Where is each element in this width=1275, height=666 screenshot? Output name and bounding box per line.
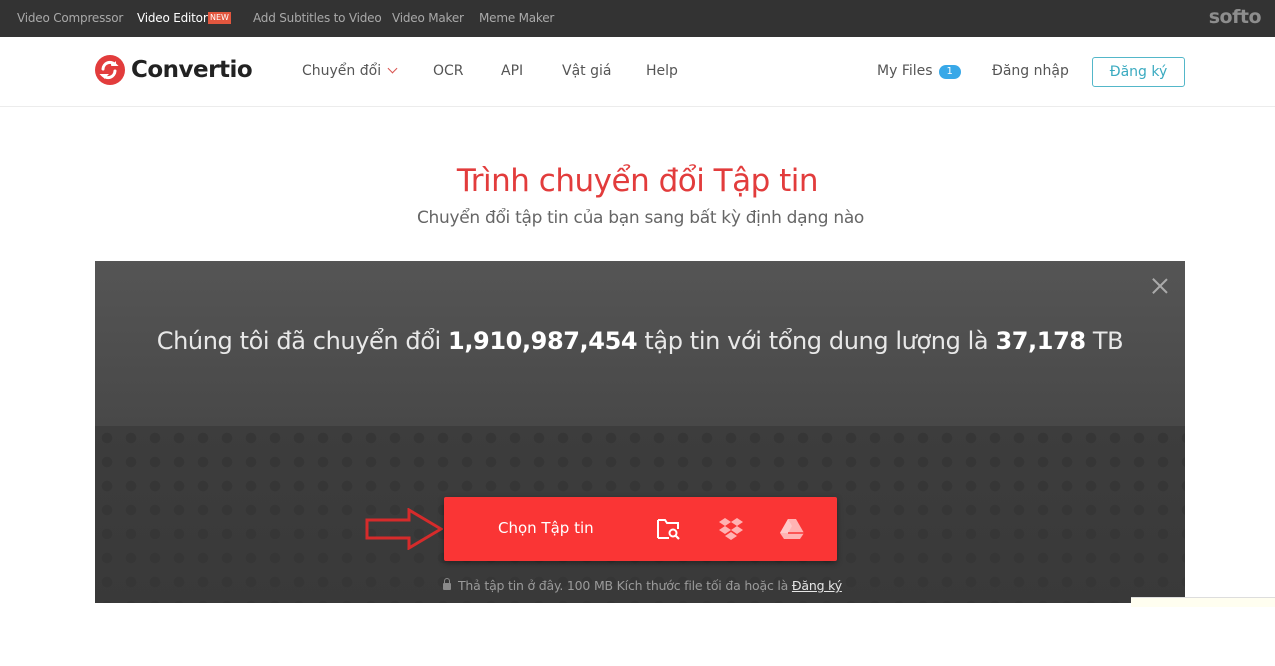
stats-middle: tập tin với tổng dung lượng là bbox=[644, 327, 989, 355]
top-bar: Video Compressor Video Editor NEW Add Su… bbox=[0, 0, 1275, 37]
signup-button[interactable]: Đăng ký bbox=[1092, 57, 1185, 87]
stats-total-size: 37,178 bbox=[995, 327, 1086, 355]
conversion-stats: Chúng tôi đã chuyển đổi 1,910,987,454 tậ… bbox=[95, 327, 1185, 355]
stats-prefix: Chúng tôi đã chuyển đổi bbox=[156, 327, 441, 355]
folder-search-icon[interactable] bbox=[655, 515, 683, 543]
topbar-link-video-compressor[interactable]: Video Compressor bbox=[17, 11, 123, 25]
main-header: Convertio Chuyển đổi OCR API Vật giá Hel… bbox=[0, 37, 1275, 107]
topbar-link-video-editor[interactable]: Video Editor bbox=[137, 11, 208, 25]
dropbox-icon[interactable] bbox=[717, 515, 745, 543]
nav-api[interactable]: API bbox=[501, 63, 523, 79]
notification-strip bbox=[1131, 597, 1275, 607]
topbar-link-video-maker[interactable]: Video Maker bbox=[392, 11, 464, 25]
convertio-logo[interactable]: Convertio bbox=[95, 55, 253, 85]
nav-ocr[interactable]: OCR bbox=[433, 63, 464, 79]
stats-unit: TB bbox=[1092, 327, 1124, 355]
red-arrow-annotation bbox=[365, 508, 443, 550]
close-icon[interactable] bbox=[1152, 278, 1168, 294]
my-files-label: My Files bbox=[877, 63, 933, 79]
drop-hint-text: Thả tập tin ở đây. 100 MB Kích thước fil… bbox=[458, 578, 789, 593]
logo-text: Convertio bbox=[131, 57, 253, 83]
drop-hint: Thả tập tin ở đây. 100 MB Kích thước fil… bbox=[443, 578, 842, 593]
google-drive-icon[interactable] bbox=[778, 515, 806, 543]
my-files-link[interactable]: My Files 1 bbox=[877, 63, 961, 79]
nav-convert-label: Chuyển đổi bbox=[302, 63, 382, 79]
chevron-down-icon bbox=[387, 63, 398, 74]
new-badge: NEW bbox=[208, 12, 231, 24]
topbar-link-meme-maker[interactable]: Meme Maker bbox=[479, 11, 554, 25]
my-files-count-badge: 1 bbox=[938, 65, 961, 79]
stats-files-count: 1,910,987,454 bbox=[448, 327, 638, 355]
nav-convert-dropdown[interactable]: Chuyển đổi bbox=[302, 63, 398, 79]
page-title: Trình chuyển đổi Tập tin bbox=[456, 163, 819, 199]
nav-help[interactable]: Help bbox=[646, 63, 678, 79]
softo-logo[interactable]: softo bbox=[1209, 6, 1262, 28]
topbar-link-add-subtitles[interactable]: Add Subtitles to Video bbox=[253, 11, 382, 25]
choose-files-bar: Chọn Tập tin bbox=[444, 497, 837, 561]
hint-signup-link[interactable]: Đăng ký bbox=[792, 578, 842, 593]
lock-icon bbox=[443, 578, 451, 590]
nav-pricing[interactable]: Vật giá bbox=[562, 63, 611, 79]
page-subtitle: Chuyển đổi tập tin của bạn sang bất kỳ đ… bbox=[416, 208, 865, 228]
convertio-logo-icon bbox=[95, 55, 125, 85]
stats-banner: Chúng tôi đã chuyển đổi 1,910,987,454 tậ… bbox=[95, 261, 1185, 426]
login-link[interactable]: Đăng nhập bbox=[992, 63, 1069, 79]
choose-files-button[interactable]: Chọn Tập tin bbox=[498, 519, 594, 537]
